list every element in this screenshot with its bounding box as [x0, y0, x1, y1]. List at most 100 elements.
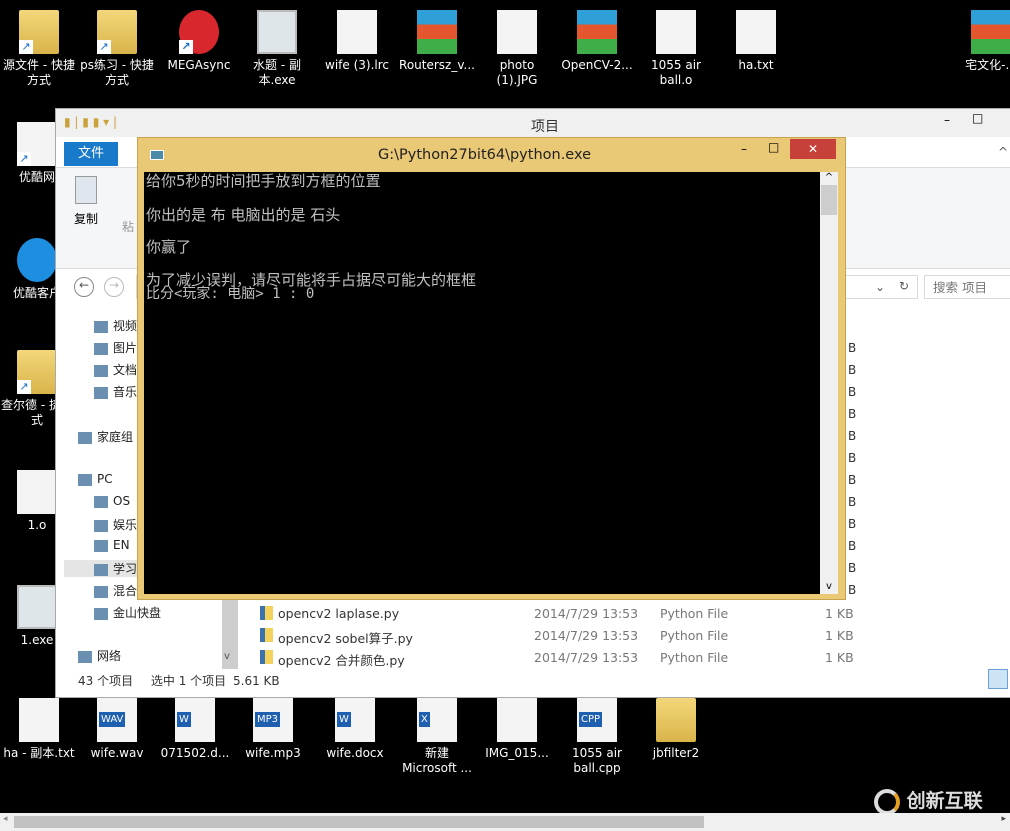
nav-item[interactable]: 网络	[78, 647, 121, 664]
horizontal-scroll-thumb[interactable]	[14, 816, 704, 828]
console-scrollbar[interactable]: ^ v	[820, 172, 838, 594]
desktop-icon[interactable]: wife (3).lrc	[318, 10, 396, 73]
file-name: opencv2 sobel算子.py	[278, 631, 413, 646]
desktop-icon[interactable]: WAV wife.wav	[78, 698, 156, 761]
desktop-icon[interactable]: Wwife.docx	[316, 698, 394, 761]
nav-item[interactable]: 混合	[94, 582, 137, 599]
maximize-button[interactable]: □	[972, 111, 983, 125]
copy-button[interactable]: 复制	[74, 176, 98, 227]
desktop-icon[interactable]: ↗ ps练习 - 快捷方式	[78, 10, 156, 88]
desktop-icon[interactable]: 宅文化-...	[952, 10, 1010, 73]
image-icon	[497, 10, 537, 54]
console-close-button[interactable]: ✕	[790, 139, 836, 159]
ribbon-collapse-icon[interactable]: ^	[998, 145, 1008, 159]
nav-item-icon	[78, 431, 92, 444]
nav-item[interactable]: 文档	[94, 361, 137, 378]
minimize-button[interactable]: –	[944, 113, 950, 127]
address-dropdown-icon[interactable]: ⌄	[875, 280, 885, 294]
console-line: 你出的是 布 电脑出的是 石头	[146, 206, 341, 224]
desktop-icon[interactable]: OpenCV-2...	[558, 10, 636, 73]
desktop-icon-label: wife.docx	[326, 746, 384, 760]
icon-badge: X	[419, 712, 430, 727]
desktop-icon[interactable]: ↗ 源文件 - 快捷方式	[0, 10, 78, 88]
desktop-icon[interactable]: photo (1).JPG	[478, 10, 556, 88]
copy-icon	[75, 176, 97, 204]
file-row[interactable]: opencv2 sobel算子.py 2014/7/29 13:53 Python …	[260, 626, 860, 646]
paste-button[interactable]: 粘	[122, 218, 134, 235]
horizontal-scrollbar[interactable]: ◂ ▸	[0, 813, 1010, 831]
folder-shortcut: ↗	[19, 10, 59, 54]
console-output[interactable]: 给你5秒的时间把手放到方框的位置 你出的是 布 电脑出的是 石头 你赢了 为了减…	[144, 172, 820, 594]
desktop-icon[interactable]: Routersz_v...	[398, 10, 476, 73]
python-file-icon	[260, 606, 273, 620]
desktop-icon[interactable]: ha.txt	[717, 10, 795, 73]
nav-item[interactable]: 图片	[94, 339, 137, 356]
scroll-thumb[interactable]	[821, 185, 837, 215]
file-row[interactable]: opencv2 laplase.py 2014/7/29 13:53 Python …	[260, 604, 860, 624]
size-fragment: B	[848, 583, 857, 597]
console-minimize-button[interactable]: –	[741, 142, 747, 156]
desktop-icon-label: wife.mp3	[245, 746, 301, 760]
nav-item[interactable]: 视频	[94, 317, 137, 334]
console-window: G:\Python27bit64\python.exe – □ ✕ 给你5秒的时…	[137, 137, 846, 600]
desktop-icon[interactable]: W 071502.d...	[156, 698, 234, 761]
desktop-icon[interactable]: 水题 - 副本.exe	[238, 10, 316, 88]
excel-icon: X	[417, 698, 457, 742]
search-input[interactable]	[924, 275, 1010, 299]
file-date: 2014/7/29 13:53	[534, 606, 639, 621]
desktop-icon[interactable]: jbfilter2	[637, 698, 715, 761]
nav-item-icon	[94, 585, 108, 598]
nav-item-icon	[78, 473, 92, 486]
desktop-icon-label: IMG_015...	[485, 746, 549, 760]
refresh-icon[interactable]: ↻	[899, 279, 909, 293]
nav-scroll-down[interactable]: v	[224, 651, 230, 662]
desktop-icon[interactable]: 1055 air ball.o	[637, 10, 715, 88]
console-line: 比分<玩家: 电脑> 1 : 0	[146, 286, 315, 302]
nav-item[interactable]: 娱乐	[94, 516, 137, 533]
size-fragment: B	[848, 495, 857, 509]
selected-size: 5.61 KB	[233, 674, 280, 688]
desktop-icon-label: 1055 air ball.cpp	[572, 746, 622, 775]
nav-item[interactable]: PC	[78, 472, 113, 486]
folder-icon	[656, 698, 696, 742]
back-button[interactable]: ←	[74, 277, 94, 297]
forward-button[interactable]: →	[104, 277, 124, 297]
desktop-icon[interactable]: MP3 wife.mp3	[234, 698, 312, 761]
exe-icon	[17, 585, 57, 629]
file-icon	[17, 470, 57, 514]
nav-item-icon	[94, 386, 108, 399]
nav-item[interactable]: OS	[94, 494, 130, 508]
file-size: 1 KB	[825, 650, 854, 665]
file-tab[interactable]: 文件	[64, 142, 118, 166]
window-title: 项目	[531, 119, 559, 135]
nav-item-icon	[94, 364, 108, 377]
nav-item[interactable]: 家庭组	[78, 428, 133, 445]
desktop-icon[interactable]: ↗ MEGAsync	[160, 10, 238, 73]
explorer-title-bar: ▮ | ▮ ▮ ▾ | 项目 – □	[56, 109, 1010, 137]
file-type: Python File	[660, 606, 729, 621]
quick-access-toolbar[interactable]: ▮ | ▮ ▮ ▾ |	[64, 115, 117, 129]
scroll-down-icon[interactable]: v	[820, 581, 838, 592]
details-view-button[interactable]	[988, 669, 1008, 689]
file-row[interactable]: opencv2 合并颜色.py 2014/7/29 13:53 Python Fil…	[260, 648, 860, 668]
desktop-icon-label: OpenCV-2...	[561, 58, 633, 72]
desktop-icon[interactable]: CPP 1055 air ball.cpp	[558, 698, 636, 776]
scroll-left-icon[interactable]: ◂	[3, 814, 8, 824]
scroll-up-icon[interactable]: ^	[820, 172, 838, 183]
desktop-icon[interactable]: IMG_015...	[478, 698, 556, 761]
nav-item[interactable]: EN	[94, 538, 130, 552]
desktop-icon-label: ps练习 - 快捷方式	[80, 58, 154, 87]
desktop-icon-label: ha - 副本.txt	[3, 746, 75, 760]
nav-item[interactable]: 音乐	[94, 383, 137, 400]
nav-item[interactable]: 金山快盘	[94, 604, 161, 621]
nav-item-icon	[78, 650, 92, 663]
console-maximize-button[interactable]: □	[768, 140, 779, 154]
scroll-right-icon[interactable]: ▸	[1001, 814, 1006, 824]
mp3-icon: MP3	[253, 698, 293, 742]
desktop-icon[interactable]: X 新建 Microsoft ...	[398, 698, 476, 776]
desktop-icon-label: wife (3).lrc	[325, 58, 389, 72]
file-date: 2014/7/29 13:53	[534, 650, 639, 665]
desktop-icon[interactable]: ha - 副本.txt	[0, 698, 78, 761]
desktop-icon-label: MEGAsync	[167, 58, 231, 72]
desktop-icon-label: 宅文化-...	[965, 58, 1010, 72]
